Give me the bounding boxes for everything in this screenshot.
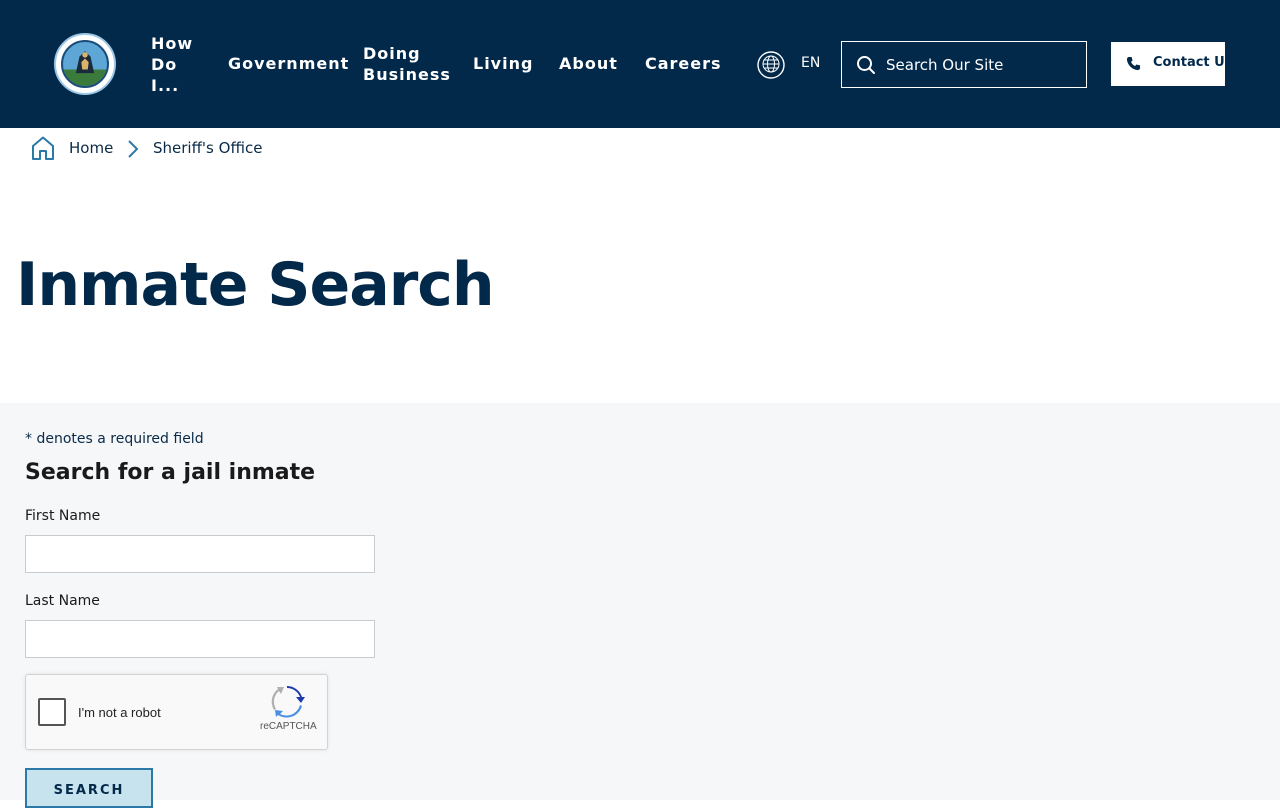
nav-government[interactable]: Government: [228, 53, 349, 74]
required-field-note: * denotes a required field: [25, 431, 204, 447]
search-icon: [857, 56, 875, 74]
county-seal-logo[interactable]: [54, 33, 116, 95]
recaptcha-brand: reCAPTCHA: [260, 721, 317, 732]
last-name-label: Last Name: [25, 593, 100, 609]
search-submit-button[interactable]: SEARCH: [25, 768, 153, 808]
recaptcha-checkbox[interactable]: [38, 698, 66, 726]
site-search[interactable]: [841, 41, 1087, 88]
nav-living[interactable]: Living: [473, 53, 533, 74]
form-heading: Search for a jail inmate: [25, 460, 316, 485]
globe-icon[interactable]: [756, 50, 786, 80]
contact-us-label: Contact Us: [1153, 55, 1233, 70]
phone-icon: [1126, 56, 1141, 71]
inmate-search-form: * denotes a required field Search for a …: [0, 403, 1280, 808]
contact-us-button[interactable]: Contact Us: [1111, 42, 1232, 86]
seal-emblem: [61, 40, 109, 88]
nav-careers[interactable]: Careers: [645, 53, 722, 74]
first-name-field[interactable]: [25, 535, 375, 573]
search-input[interactable]: [886, 51, 1081, 79]
last-name-field[interactable]: [25, 620, 375, 658]
language-selector[interactable]: EN: [801, 55, 820, 71]
recaptcha-label: I'm not a robot: [78, 705, 161, 720]
site-header: How Do I... Government Doing Business Li…: [0, 0, 1280, 128]
nav-doing-business[interactable]: Doing Business: [363, 43, 453, 85]
breadcrumb-current[interactable]: Sheriff's Office: [153, 139, 262, 157]
recaptcha-icon: [271, 686, 305, 718]
first-name-label: First Name: [25, 508, 101, 524]
nav-about[interactable]: About: [559, 53, 618, 74]
home-icon[interactable]: [30, 135, 56, 161]
page-title: Inmate Search: [16, 250, 495, 320]
chevron-right-icon: [128, 140, 139, 158]
search-submit-label: SEARCH: [53, 783, 125, 798]
breadcrumb-home[interactable]: Home: [69, 139, 113, 157]
recaptcha-widget: I'm not a robot reCAPTCHA: [25, 674, 328, 750]
nav-how-do-i[interactable]: How Do I...: [151, 33, 199, 96]
